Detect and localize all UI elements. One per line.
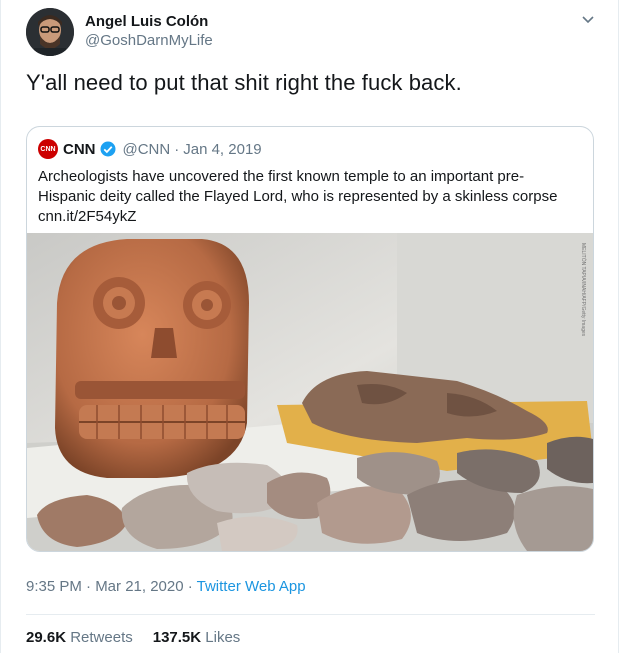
- meta-separator: ·: [174, 140, 180, 158]
- quoted-body-line: Archeologists have uncovered the first k…: [38, 168, 525, 185]
- author-name[interactable]: Angel Luis Colón: [85, 13, 208, 30]
- quoted-body-line: Hispanic deity called the Flayed Lord, w…: [38, 188, 558, 205]
- chevron-down-icon[interactable]: [581, 13, 595, 27]
- cnn-logo-icon: CNN: [38, 139, 58, 159]
- likes-count: 137.5K: [152, 629, 202, 646]
- source-app-link[interactable]: Twitter Web App: [197, 578, 306, 595]
- tweet-text: Y'all need to put that shit right the fu…: [26, 70, 462, 95]
- time-date[interactable]: 9:35 PM · Mar 21, 2020 ·: [26, 578, 197, 595]
- divider: [26, 614, 595, 615]
- quoted-tweet-header: CNN CNN @CNN · Jan 4, 2019: [38, 139, 262, 159]
- quoted-date: Jan 4, 2019: [183, 140, 262, 158]
- retweets-label: Retweets: [70, 629, 133, 646]
- retweets-count: 29.6K: [26, 629, 67, 646]
- tweet-timestamp: 9:35 PM · Mar 21, 2020 · Twitter Web App: [26, 578, 306, 595]
- quoted-tweet[interactable]: CNN CNN @CNN · Jan 4, 2019 Archeologists…: [26, 126, 594, 552]
- engagement-stats: 29.6K Retweets 137.5K Likes: [26, 629, 240, 646]
- verified-badge-icon: [100, 141, 115, 157]
- photo-credit: MELITÓN TAPIA/INAH/AFP/Getty Images: [580, 243, 587, 337]
- tweet-card: Angel Luis Colón @GoshDarnMyLife Y'all n…: [0, 0, 619, 653]
- retweets-stat[interactable]: 29.6K Retweets: [26, 629, 133, 646]
- quoted-author-handle: @CNN: [122, 140, 171, 158]
- author-handle[interactable]: @GoshDarnMyLife: [85, 32, 213, 49]
- likes-label: Likes: [205, 629, 241, 646]
- quoted-tweet-body: Archeologists have uncovered the first k…: [38, 167, 578, 227]
- quoted-author-name: CNN: [63, 140, 96, 158]
- author-avatar[interactable]: [26, 8, 74, 56]
- quoted-link[interactable]: cnn.it/2F54ykZ: [38, 207, 578, 227]
- likes-stat[interactable]: 137.5K Likes: [153, 629, 241, 646]
- avatar-photo: [26, 8, 74, 56]
- quoted-photo[interactable]: MELITÓN TAPIA/INAH/AFP/Getty Images: [27, 233, 593, 551]
